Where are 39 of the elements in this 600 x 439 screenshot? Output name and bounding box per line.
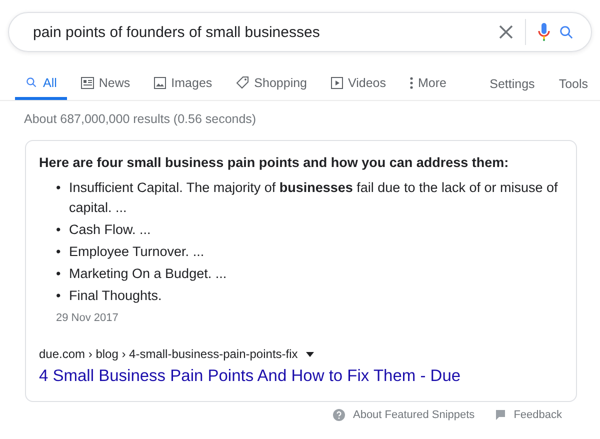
image-icon [154,76,166,88]
play-icon [331,76,343,88]
snippet-list-item: Marketing On a Budget. ... [69,265,227,283]
tool-link[interactable]: Tools [546,68,600,100]
bullet: • [56,287,62,305]
help-icon [332,409,345,421]
search-icon [558,24,575,40]
search-tab[interactable]: Videos [321,68,396,100]
search-tab[interactable]: Images [144,68,222,100]
search-tab[interactable]: All [15,68,67,100]
result-title-link[interactable]: 4 Small Business Pain Points And How to Fix Them - Due [39,367,563,386]
search-bar[interactable]: pain points of founders of small businesses [8,12,592,52]
snippet-list-item: Final Thoughts. [69,287,162,305]
dots-icon [410,76,413,88]
close-icon [499,25,513,39]
search-tab[interactable]: News [70,68,140,100]
search-input[interactable]: pain points of founders of small businesses [33,24,495,40]
search-tab[interactable]: More [400,68,456,100]
bullet: • [56,243,62,261]
result-stats: About 687,000,000 results (0.56 seconds) [23,111,258,126]
footer-link[interactable]: About Featured Snippets [332,409,475,421]
search-icon [25,76,38,89]
bullet: • [56,221,62,239]
flag-icon [494,410,506,420]
search-tab[interactable]: Shopping [226,68,317,100]
result-url: due.com › blog › 4-small-business-pain-points-fix [39,347,298,361]
footer-link[interactable]: Feedback [494,409,562,421]
tag-icon [236,76,250,89]
tool-link[interactable]: Settings [478,68,547,100]
bullet: • [56,179,62,197]
snippet-date: 29 Nov 2017 [56,312,120,324]
caret-icon[interactable] [306,352,314,356]
snippet-list-item: Cash Flow. ... [69,221,151,239]
newspaper-icon [80,76,94,88]
snippet-heading: Here are four small business pain points and how you can address them: [39,155,510,170]
snippet-list-item: Insufficient Capital. The majority of businesses fail due to the lack of or misuse of capital. ... [69,179,559,217]
microphone-icon [538,23,550,41]
snippet-list-item: Employee Turnover. ... [69,243,204,261]
bullet: • [56,265,62,283]
